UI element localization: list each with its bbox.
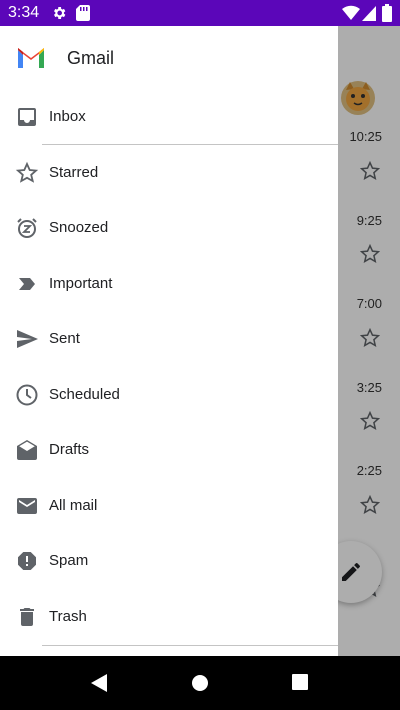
wifi-icon [342,5,360,26]
navigation-drawer: Gmail Inbox Starred Snoozed Important Se… [0,26,338,656]
spam-icon [15,549,39,573]
app-title: Gmail [67,48,115,68]
drawer-item-label: Important [49,275,113,292]
back-icon[interactable] [90,673,108,698]
drawer-item-label: Sent [49,330,80,347]
trash-icon [15,605,39,629]
drawer-item-label: Drafts [49,441,90,458]
snooze-icon [15,216,39,240]
signal-icon [362,5,376,26]
drawer-item-scheduled[interactable]: Scheduled [0,368,338,423]
star-outline-icon [15,161,39,185]
drawer-item-drafts[interactable]: Drafts [0,423,338,478]
sd-card-icon [76,5,90,26]
drawer-item-label: Scheduled [49,386,120,403]
drawer-header: Gmail [0,26,338,90]
drawer-item-important[interactable]: Important [0,257,338,312]
drawer-item-label: All mail [49,497,98,514]
drawer-item-spam[interactable]: Spam [0,534,338,589]
drawer-item-starred[interactable]: Starred [0,146,338,201]
settings-icon [51,5,67,26]
home-icon[interactable] [191,674,209,697]
divider [42,144,338,145]
drawer-item-snoozed[interactable]: Snoozed [0,201,338,256]
gmail-logo-icon [18,48,44,68]
battery-icon [382,4,392,27]
drawer-item-all-mail[interactable]: All mail [0,479,338,534]
divider [42,645,338,646]
drawer-item-label: Spam [49,552,89,569]
send-icon [15,327,39,351]
status-bar: 3:34 [0,0,400,26]
recents-icon[interactable] [292,674,308,695]
drawer-item-inbox[interactable]: Inbox [0,90,338,145]
drawer-item-trash[interactable]: Trash [0,590,338,645]
drawer-item-label: Snoozed [49,219,109,236]
drafts-icon [15,438,39,462]
important-icon [15,272,39,296]
system-navigation-bar [0,656,400,710]
drawer-item-sent[interactable]: Sent [0,312,338,367]
status-time: 3:34 [8,4,40,21]
mail-icon [15,494,39,518]
inbox-icon [15,105,39,129]
drawer-item-label: Trash [49,608,87,625]
drawer-item-label: Inbox [49,108,86,125]
drawer-item-label: Starred [49,164,99,181]
clock-icon [15,383,39,407]
